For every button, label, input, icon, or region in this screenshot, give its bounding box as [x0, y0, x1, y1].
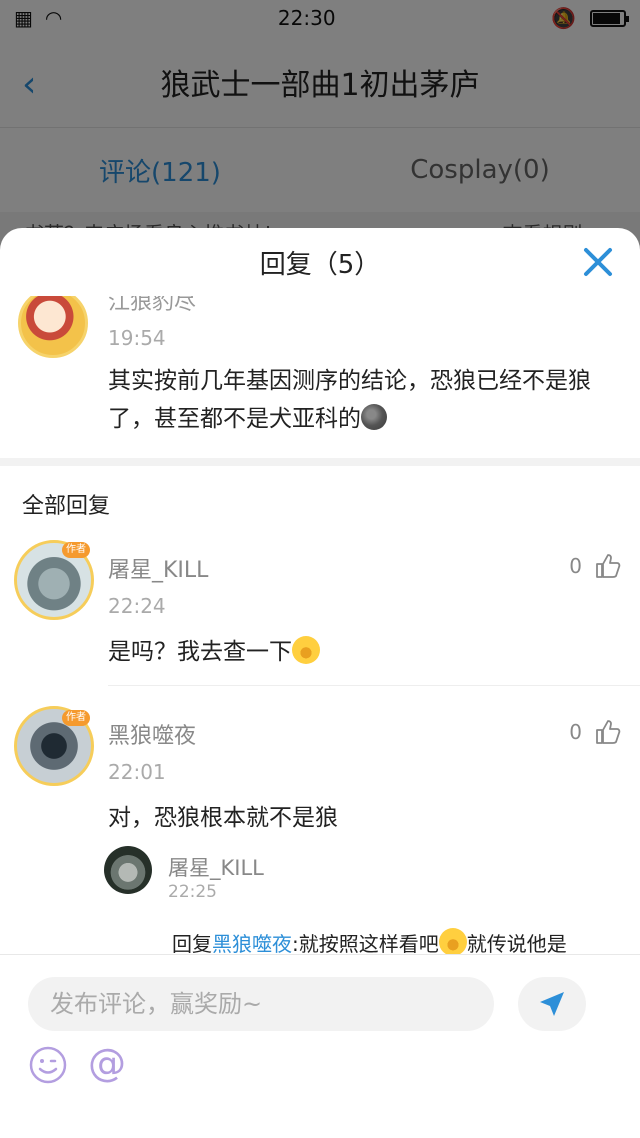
- send-icon: [540, 992, 564, 1016]
- thumbs-up-icon: [596, 554, 621, 578]
- reply-author[interactable]: 黑狼噬夜: [108, 718, 196, 750]
- comment-input-bar: @: [0, 954, 640, 1138]
- divider: [0, 458, 640, 466]
- reply-author[interactable]: 屠星_KILL: [108, 552, 208, 584]
- sub-reply-body: :就按照这样看吧: [292, 932, 439, 956]
- comment-text-body: 其实按前几年基因测序的结论，恐狼已经不是狼了，甚至都不是犬亚科的: [108, 368, 591, 432]
- row-divider: [108, 685, 640, 686]
- reply-text: 是吗？我去查一下: [108, 632, 320, 666]
- like-count: 0: [569, 720, 582, 744]
- like-count: 0: [569, 554, 582, 578]
- sub-reply-author[interactable]: 屠星_KILL: [168, 852, 264, 882]
- reply-item: 作者 屠星_KILL 22:24 0 是吗？我去查一下: [0, 540, 640, 686]
- close-icon[interactable]: [578, 242, 618, 282]
- sub-reply-prefix: 回复: [172, 932, 212, 956]
- mention-link[interactable]: 黑狼噬夜: [212, 932, 292, 956]
- tears-of-joy-emoji-icon: [292, 636, 320, 664]
- thumbs-up-icon: [596, 720, 621, 744]
- sub-reply-text: 回复黑狼噬夜:就按照这样看吧 就传说他是: [172, 928, 567, 957]
- section-label-all-replies: 全部回复: [22, 494, 111, 519]
- avatar[interactable]: [104, 846, 152, 894]
- reply-text-body: 是吗？我去查一下: [108, 639, 292, 665]
- tears-of-joy-emoji-icon: [438, 928, 467, 956]
- reply-time: 22:01: [108, 760, 166, 784]
- comment-author[interactable]: 江狼豹尽: [108, 296, 196, 316]
- reply-item: 作者 黑狼噬夜 22:01 0 对，恐狼根本就不是狼 屠星_KILL 22:25…: [0, 706, 640, 957]
- sheet-header: 回复（5）: [0, 228, 640, 296]
- sheet-title: 回复（5）: [259, 249, 381, 280]
- comment-time: 19:54: [108, 326, 166, 350]
- reply-text: 对，恐狼根本就不是狼: [108, 805, 338, 831]
- like-button[interactable]: 0: [569, 718, 622, 746]
- sub-reply-time: 22:25: [168, 882, 217, 902]
- avatar[interactable]: [18, 296, 88, 358]
- smiley-emoji-icon[interactable]: [28, 1045, 68, 1085]
- like-button[interactable]: 0: [569, 552, 622, 580]
- author-badge: 作者: [62, 710, 90, 726]
- author-badge: 作者: [62, 542, 90, 558]
- sub-reply-tail: 就传说他是: [466, 932, 567, 956]
- send-button[interactable]: [518, 977, 586, 1031]
- reply-time: 22:24: [108, 594, 166, 618]
- comment-input[interactable]: [28, 977, 494, 1031]
- mention-at-icon[interactable]: @: [88, 1041, 126, 1085]
- comment-text: 其实按前几年基因测序的结论，恐狼已经不是狼了，甚至都不是犬亚科的: [108, 362, 608, 438]
- original-comment: 江狼豹尽 19:54 其实按前几年基因测序的结论，恐狼已经不是狼了，甚至都不是犬…: [0, 296, 640, 458]
- moon-face-emoji-icon: [361, 404, 387, 430]
